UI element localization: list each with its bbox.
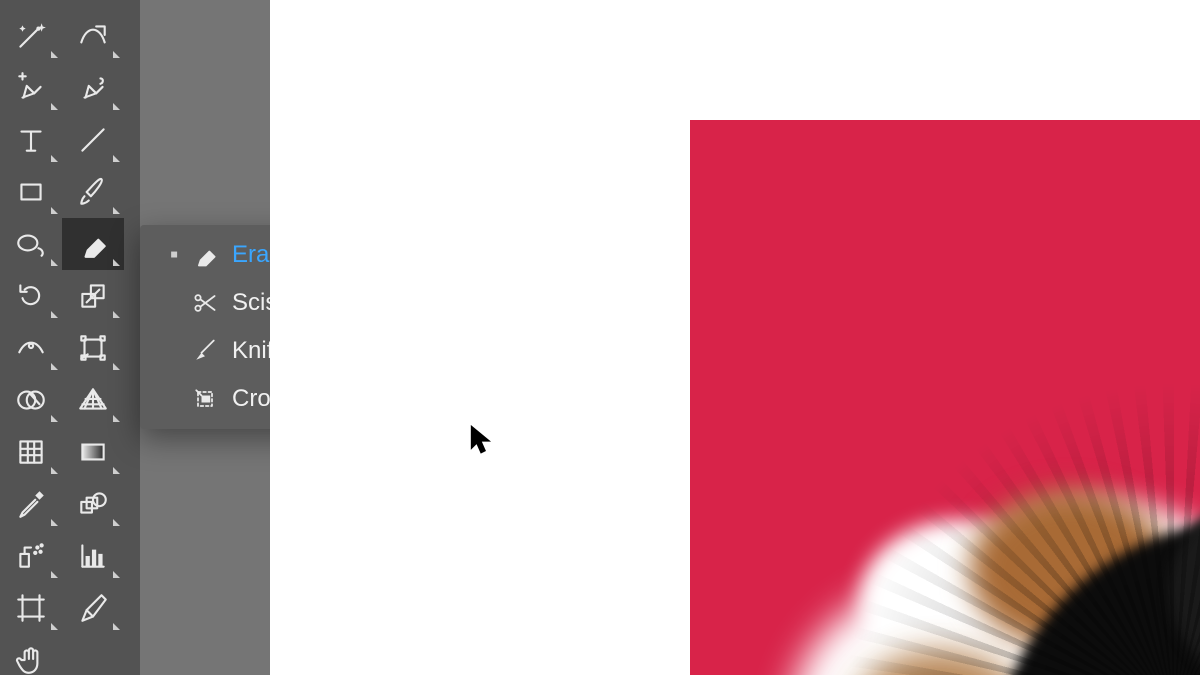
flyout-check-icon: ▪ (162, 241, 186, 269)
scissors-icon (186, 289, 224, 317)
eyedropper-tool[interactable] (0, 478, 62, 530)
hand-icon (14, 643, 48, 675)
line-segment-tool[interactable] (62, 114, 124, 166)
eraser-icon (76, 227, 110, 261)
line-icon (76, 123, 110, 157)
rectangle-icon (14, 175, 48, 209)
brush-icon (76, 175, 110, 209)
perspective-icon (76, 383, 110, 417)
hand-tool[interactable] (0, 634, 62, 675)
eyedropper-icon (14, 487, 48, 521)
tool-empty (62, 634, 124, 675)
width-icon (14, 331, 48, 365)
free-transform-tool[interactable] (62, 322, 124, 374)
shaper-icon (14, 227, 48, 261)
symbol-sprayer-tool[interactable] (0, 530, 62, 582)
artboard-icon (14, 591, 48, 625)
shape-builder-icon (14, 383, 48, 417)
type-tool[interactable] (0, 114, 62, 166)
add-anchor-point-tool[interactable] (0, 62, 62, 114)
curvature-tool[interactable] (62, 10, 124, 62)
blend-tool[interactable] (62, 478, 124, 530)
scale-icon (76, 279, 110, 313)
blend-icon (76, 487, 110, 521)
slice-tool[interactable] (62, 582, 124, 634)
gradient-icon (76, 435, 110, 469)
pen-convert-icon (76, 71, 110, 105)
graph-icon (76, 539, 110, 573)
tools-panel (0, 0, 140, 675)
mesh-tool[interactable] (0, 426, 62, 478)
magic-wand-tool[interactable] (0, 10, 62, 62)
column-graph-tool[interactable] (62, 530, 124, 582)
type-icon (14, 123, 48, 157)
document-canvas[interactable] (270, 0, 1200, 675)
free-transform-icon (76, 331, 110, 365)
mesh-icon (14, 435, 48, 469)
sprayer-icon (14, 539, 48, 573)
gradient-tool[interactable] (62, 426, 124, 478)
cursor-arrow-icon (470, 425, 492, 455)
curvature-icon (76, 19, 110, 53)
slice-icon (76, 591, 110, 625)
artboard-tool[interactable] (0, 582, 62, 634)
image-content (690, 120, 1200, 675)
shaper-tool[interactable] (0, 218, 62, 270)
paintbrush-tool[interactable] (62, 166, 124, 218)
width-tool[interactable] (0, 322, 62, 374)
eraser-icon (186, 241, 224, 269)
pen-plus-icon (14, 71, 48, 105)
shape-builder-tool[interactable] (0, 374, 62, 426)
crop-icon (186, 385, 224, 413)
scale-tool[interactable] (62, 270, 124, 322)
rotate-icon (14, 279, 48, 313)
rectangle-tool[interactable] (0, 166, 62, 218)
rotate-tool[interactable] (0, 270, 62, 322)
knife-icon (186, 337, 224, 365)
eraser-tool[interactable] (62, 218, 124, 270)
placed-image[interactable] (690, 120, 1200, 675)
anchor-point-tool[interactable] (62, 62, 124, 114)
perspective-grid-tool[interactable] (62, 374, 124, 426)
magic-wand-icon (14, 19, 48, 53)
